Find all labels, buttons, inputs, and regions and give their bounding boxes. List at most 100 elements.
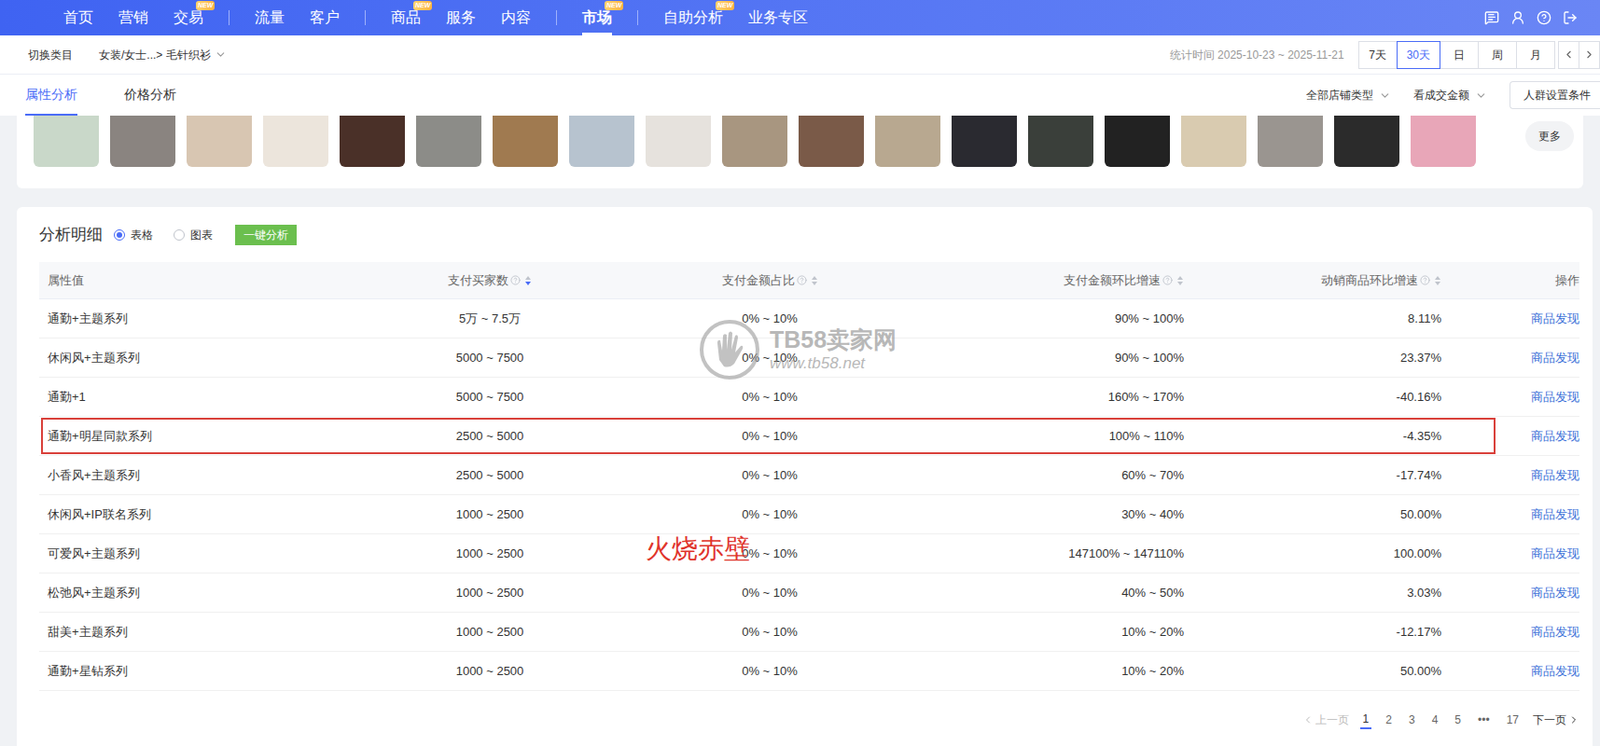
help-icon[interactable] bbox=[510, 275, 521, 286]
range-button[interactable]: 7天 bbox=[1358, 41, 1398, 70]
crowd-button[interactable]: 人群设置条件 bbox=[1509, 81, 1600, 110]
tab[interactable]: 价格分析 bbox=[124, 74, 177, 116]
sort-icon[interactable] bbox=[1176, 275, 1184, 287]
product-thumbnail[interactable] bbox=[1181, 115, 1247, 167]
nav-item[interactable]: 业务专区 bbox=[748, 0, 808, 36]
analyze-button[interactable]: 一键分析 bbox=[235, 224, 297, 246]
product-discover-link[interactable]: 商品发现 bbox=[1530, 466, 1580, 486]
product-discover-link[interactable]: 商品发现 bbox=[1530, 388, 1580, 407]
product-discover-link[interactable]: 商品发现 bbox=[1530, 544, 1580, 564]
product-thumbnail[interactable] bbox=[1410, 115, 1476, 167]
table-cell: 1000 ~ 2500 bbox=[373, 652, 607, 691]
page-number[interactable]: 1 bbox=[1360, 710, 1373, 730]
prev-range-button[interactable] bbox=[1558, 41, 1580, 70]
product-thumbnail[interactable] bbox=[33, 115, 99, 167]
column-header[interactable]: 支付金额占比 bbox=[606, 262, 933, 299]
filter-dropdown[interactable]: 看成交金额 bbox=[1413, 86, 1488, 104]
page-number[interactable]: 5 bbox=[1451, 711, 1464, 729]
logout-icon[interactable] bbox=[1562, 10, 1578, 26]
table-cell: 90% ~ 100% bbox=[932, 338, 1184, 377]
page-number[interactable]: 4 bbox=[1429, 711, 1442, 729]
table-cell: 小香风+主题系列 bbox=[39, 456, 374, 495]
message-icon[interactable] bbox=[1484, 10, 1500, 26]
column-header[interactable]: 支付买家数 bbox=[373, 262, 607, 299]
range-button[interactable]: 日 bbox=[1439, 41, 1479, 70]
user-icon[interactable] bbox=[1510, 10, 1526, 26]
column-header[interactable]: 动销商品环比增速 bbox=[1183, 262, 1442, 299]
product-discover-link[interactable]: 商品发现 bbox=[1530, 662, 1580, 682]
help-icon[interactable] bbox=[1162, 275, 1173, 286]
product-thumbnail[interactable] bbox=[186, 115, 252, 167]
product-thumbnail[interactable] bbox=[1104, 115, 1170, 167]
category-path[interactable]: 女装/女士...> 毛针织衫 bbox=[98, 46, 227, 64]
product-discover-link[interactable]: 商品发现 bbox=[1530, 309, 1580, 329]
nav-item[interactable]: 首页 bbox=[63, 0, 94, 36]
table-cell: 5000 ~ 7500 bbox=[373, 338, 607, 377]
next-page[interactable]: 下一页 bbox=[1532, 711, 1580, 729]
view-radio-group: 表格 图表 bbox=[113, 226, 213, 244]
product-thumbnail[interactable] bbox=[1334, 115, 1400, 167]
page-number[interactable]: 3 bbox=[1405, 711, 1419, 729]
thumbnail-list bbox=[33, 115, 1476, 167]
help-icon[interactable] bbox=[796, 275, 807, 286]
sort-icon[interactable] bbox=[1433, 275, 1442, 287]
nav-item[interactable]: 营销 bbox=[118, 0, 149, 36]
product-thumbnail[interactable] bbox=[798, 115, 864, 167]
column-header[interactable]: 支付金额环比增速 bbox=[932, 262, 1184, 299]
prev-page: 上一页 bbox=[1302, 711, 1350, 729]
nav-item[interactable]: 商品NEW bbox=[390, 0, 421, 36]
view-radio[interactable]: 图表 bbox=[173, 226, 213, 244]
table-cell: 10% ~ 20% bbox=[932, 612, 1184, 652]
product-thumbnail[interactable] bbox=[875, 115, 941, 167]
nav-item[interactable]: 市场NEW bbox=[582, 0, 613, 36]
range-button[interactable]: 月 bbox=[1516, 41, 1556, 70]
table-row: 休闲风+主题系列5000 ~ 75000% ~ 10%90% ~ 100%23.… bbox=[39, 338, 1580, 378]
nav-item[interactable]: 内容 bbox=[500, 0, 531, 36]
nav-item[interactable]: 服务 bbox=[445, 0, 476, 36]
sort-icon[interactable] bbox=[810, 275, 819, 287]
range-button[interactable]: 30天 bbox=[1396, 41, 1441, 70]
view-radio[interactable]: 表格 bbox=[113, 226, 154, 244]
product-thumbnail[interactable] bbox=[722, 115, 788, 167]
switch-category[interactable]: 切换类目 bbox=[27, 46, 73, 64]
tab[interactable]: 属性分析 bbox=[25, 74, 78, 116]
product-discover-link[interactable]: 商品发现 bbox=[1530, 623, 1580, 642]
product-thumbnail[interactable] bbox=[1028, 115, 1094, 167]
product-thumbnail[interactable] bbox=[492, 115, 558, 167]
product-thumbnail[interactable] bbox=[645, 115, 711, 167]
product-discover-link[interactable]: 商品发现 bbox=[1530, 348, 1580, 368]
table-cell: -40.16% bbox=[1183, 377, 1442, 417]
tabs-row: 属性分析 价格分析 全部店铺类型 看成交金额 人群设置条件 bbox=[0, 74, 1600, 116]
product-discover-link[interactable]: 商品发现 bbox=[1530, 505, 1580, 525]
product-discover-link[interactable]: 商品发现 bbox=[1530, 584, 1580, 603]
product-thumbnail[interactable] bbox=[110, 115, 176, 167]
table-cell: 50.00% bbox=[1183, 652, 1442, 691]
help-icon[interactable] bbox=[1419, 275, 1431, 286]
table-cell: 商品发现 bbox=[1441, 456, 1580, 495]
range-button[interactable]: 周 bbox=[1477, 41, 1517, 70]
page-number[interactable]: 17 bbox=[1503, 711, 1522, 729]
product-discover-link[interactable]: 商品发现 bbox=[1530, 427, 1580, 446]
table-cell: 0% ~ 10% bbox=[606, 417, 933, 456]
product-thumbnail[interactable] bbox=[263, 115, 329, 167]
product-thumbnail[interactable] bbox=[569, 115, 635, 167]
product-thumbnail[interactable] bbox=[951, 115, 1017, 167]
nav-item[interactable]: 流量 bbox=[254, 0, 285, 36]
filter-dropdown[interactable]: 全部店铺类型 bbox=[1306, 86, 1392, 104]
page-number[interactable]: ••• bbox=[1474, 711, 1493, 729]
nav-item[interactable]: 交易NEW bbox=[173, 0, 204, 36]
sort-icon[interactable] bbox=[524, 275, 532, 287]
product-thumbnail[interactable] bbox=[416, 115, 482, 167]
table-row: 通勤+15000 ~ 75000% ~ 10%160% ~ 170%-40.16… bbox=[39, 377, 1580, 418]
help-icon[interactable] bbox=[1536, 10, 1552, 26]
filter-group: 全部店铺类型 看成交金额 人群设置条件 bbox=[1306, 74, 1600, 116]
next-range-button[interactable] bbox=[1578, 41, 1600, 70]
product-thumbnail[interactable] bbox=[1257, 115, 1323, 167]
nav-item[interactable]: 客户 bbox=[309, 0, 340, 36]
table-cell: -12.17% bbox=[1183, 612, 1442, 652]
product-thumbnail[interactable] bbox=[339, 115, 405, 167]
nav-tools bbox=[1484, 10, 1578, 26]
more-button[interactable]: 更多 bbox=[1525, 121, 1574, 152]
nav-item[interactable]: 自助分析NEW bbox=[663, 0, 724, 36]
page-number[interactable]: 2 bbox=[1382, 711, 1395, 729]
